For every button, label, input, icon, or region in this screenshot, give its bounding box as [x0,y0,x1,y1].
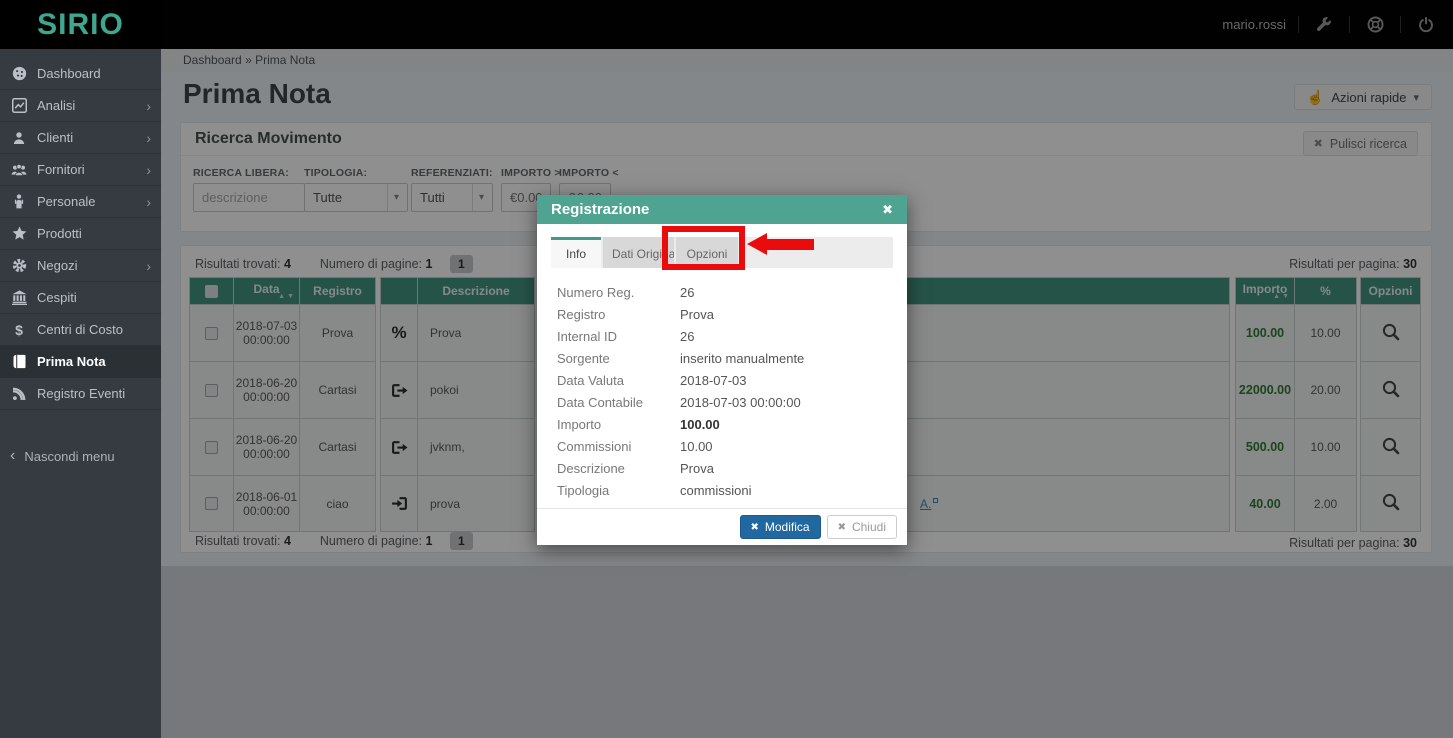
info-row: Data Contabile2018-07-03 00:00:00 [557,391,893,413]
modal-footer: ✖ Modifica ✖ Chiudi [537,508,907,545]
annotation-arrow-shaft [766,239,814,250]
chevron-right-icon: › [146,98,151,114]
annotation-arrow-icon [747,233,767,255]
chevron-right-icon: › [146,130,151,146]
sidebar-item-analisi[interactable]: Analisi › [0,90,161,122]
star-icon [10,226,28,241]
chevron-right-icon: › [146,162,151,178]
info-row: Importo100.00 [557,413,893,435]
info-row: DescrizioneProva [557,457,893,479]
sidebar-item-label: Analisi [37,98,137,113]
app-root: SIRIO mario.rossi [0,0,1453,738]
dashboard-icon [10,66,28,81]
sidebar-item-fornitori[interactable]: Fornitori › [0,154,161,186]
sidebar-item-label: Cespiti [37,290,151,305]
tab-info[interactable]: Info [551,237,601,268]
info-row: Sorgenteinserito manualmente [557,347,893,369]
book-icon [10,354,28,369]
sidebar-item-prima-nota[interactable]: Prima Nota [0,346,161,378]
chevron-right-icon: › [146,194,151,210]
rss-icon [10,387,28,401]
chiudi-label: Chiudi [852,520,886,534]
sidebar-item-label: Fornitori [37,162,137,177]
sidebar-item-label: Centri di Costo [37,322,151,337]
info-row: Commissioni10.00 [557,435,893,457]
collapse-menu-label: Nascondi menu [24,449,151,464]
modal-header: Registrazione ✖ [537,195,907,224]
close-icon: ✖ [838,522,846,533]
sidebar-item-personale[interactable]: Personale › [0,186,161,218]
modifica-label: Modifica [765,520,810,534]
user-icon [10,131,28,145]
modal-close-icon[interactable]: ✖ [882,202,893,218]
sidebar-item-label: Personale [37,194,137,209]
sidebar-item-cespiti[interactable]: Cespiti [0,282,161,314]
chevron-left-icon: ‹ [10,447,15,465]
collapse-menu-button[interactable]: ‹ Nascondi menu [0,440,161,472]
dollar-icon: $ [10,322,28,338]
chevron-right-icon: › [146,258,151,274]
line-chart-icon [10,98,28,113]
info-row: Internal ID26 [557,325,893,347]
sidebar-item-label: Prima Nota [37,354,151,369]
sidebar-item-label: Dashboard [37,66,151,81]
users-icon [10,163,28,177]
sidebar-item-centri-di-costo[interactable]: $ Centri di Costo [0,314,161,346]
app-logo[interactable]: SIRIO [0,0,161,49]
person-icon [10,194,28,209]
sidebar: Dashboard Analisi › Clienti › [0,49,161,738]
close-icon: ✖ [751,522,759,533]
sidebar-item-clienti[interactable]: Clienti › [0,122,161,154]
sidebar-item-prodotti[interactable]: Prodotti [0,218,161,250]
info-row: RegistroProva [557,303,893,325]
sidebar-item-registro-eventi[interactable]: Registro Eventi [0,378,161,410]
modal-info-list: Numero Reg.26 RegistroProva Internal ID2… [557,281,893,501]
sidebar-item-label: Negozi [37,258,137,273]
info-row: Data Valuta2018-07-03 [557,369,893,391]
sidebar-item-label: Registro Eventi [37,386,151,401]
sidebar-item-dashboard[interactable]: Dashboard [0,58,161,90]
annotation-highlight-rectangle [662,226,745,270]
modifica-button[interactable]: ✖ Modifica [740,515,821,539]
info-row: Tipologiacommissioni [557,479,893,501]
gear-icon [10,258,28,273]
sidebar-item-label: Clienti [37,130,137,145]
bank-icon [10,290,28,305]
chiudi-button[interactable]: ✖ Chiudi [827,515,897,539]
info-row: Numero Reg.26 [557,281,893,303]
sidebar-item-negozi[interactable]: Negozi › [0,250,161,282]
sidebar-item-label: Prodotti [37,226,151,241]
modal-title: Registrazione [551,201,882,218]
